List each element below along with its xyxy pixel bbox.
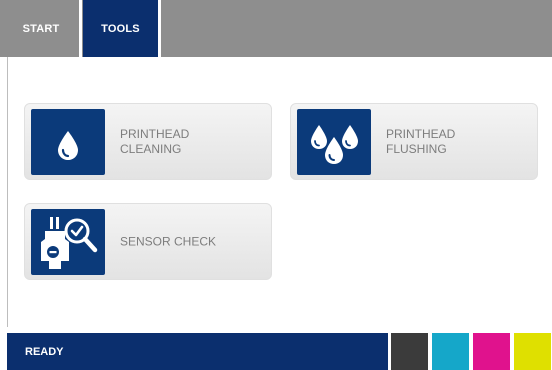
status-text: READY: [25, 346, 64, 358]
printhead-cleaning-button[interactable]: PRINTHEAD CLEANING: [24, 103, 272, 180]
top-navigation-bar: START TOOLS: [0, 0, 552, 57]
tool-label: SENSOR CHECK: [120, 234, 217, 248]
tool-label: PRINTHEAD CLEANING: [120, 126, 190, 156]
multi-drop-icon: [297, 109, 371, 175]
ink-magenta-swatch[interactable]: [473, 333, 510, 370]
printhead-flushing-button[interactable]: PRINTHEAD FLUSHING: [290, 103, 538, 180]
content-left-border: [7, 57, 8, 327]
tab-tools[interactable]: TOOLS: [83, 0, 158, 57]
sensor-check-button[interactable]: SENSOR CHECK: [24, 203, 272, 280]
single-drop-icon: [31, 109, 105, 175]
tab-divider: [79, 0, 82, 57]
tab-divider: [158, 0, 161, 57]
status-bar: READY: [7, 333, 388, 370]
ink-black-swatch[interactable]: [391, 333, 428, 370]
tab-start[interactable]: START: [9, 0, 73, 57]
status-left-margin: [0, 333, 7, 370]
printer-tools-screen: START TOOLS PRINTHEAD CLEANING PRINTHEAD…: [0, 0, 552, 370]
ink-cyan-swatch[interactable]: [432, 333, 469, 370]
ink-yellow-swatch[interactable]: [514, 333, 551, 370]
sensor-magnifier-icon: [31, 209, 105, 275]
tool-label: PRINTHEAD FLUSHING: [386, 126, 456, 156]
